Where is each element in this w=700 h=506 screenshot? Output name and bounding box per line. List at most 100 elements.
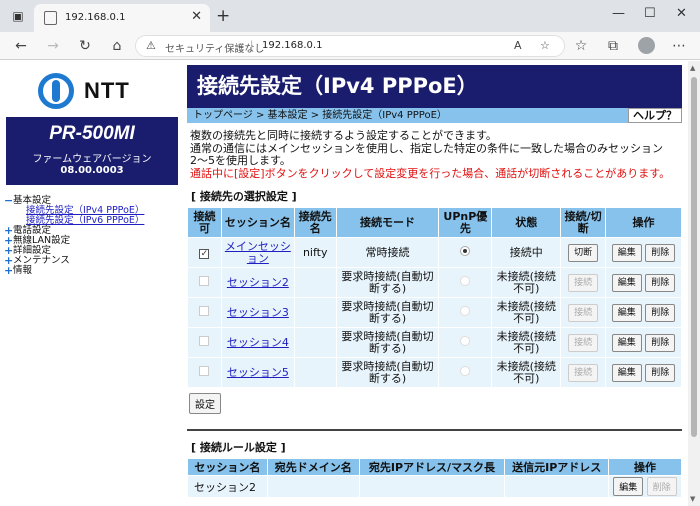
col-header: 宛先IPアドレス/マスク長: [358, 458, 506, 476]
connect-button[interactable]: 接続: [568, 273, 599, 292]
edit-button[interactable]: 編集: [613, 477, 644, 496]
breadcrumb[interactable]: トップページ > 基本設定 > 接続先設定（IPv4 PPPoE）: [193, 110, 447, 121]
delete-button[interactable]: 削除: [645, 303, 676, 322]
profile-avatar[interactable]: [638, 37, 655, 54]
maximize-icon[interactable]: ☐: [644, 6, 656, 21]
warning-icon: ⚠: [146, 39, 156, 52]
enable-checkbox[interactable]: ✓: [199, 248, 210, 259]
address-bar[interactable]: ⚠ セキュリティ保護なし | 192.168.0.1 A ☆: [135, 35, 565, 57]
session-link[interactable]: セッション5: [227, 366, 289, 379]
scroll-thumb[interactable]: [691, 77, 697, 437]
delete-button[interactable]: 削除: [645, 363, 676, 382]
upnp-radio[interactable]: [460, 276, 471, 286]
favorites-icon[interactable]: ☆: [572, 37, 590, 55]
warning-text: 通話中に[設定]ボタンをクリックして設定変更を行った場合、通話が切断されることが…: [190, 166, 671, 180]
delete-button[interactable]: 削除: [645, 333, 676, 352]
enable-checkbox[interactable]: [199, 276, 210, 286]
minimize-icon[interactable]: —: [612, 6, 625, 21]
read-aloud-icon[interactable]: A: [514, 39, 522, 52]
main-panel: 接続先設定（IPv4 PPPoE） トップページ > 基本設定 > 接続先設定（…: [187, 65, 682, 506]
scroll-down-icon[interactable]: ▼: [690, 495, 695, 503]
section-divider: [187, 429, 682, 431]
favorite-add-icon[interactable]: ☆: [540, 39, 550, 52]
help-button[interactable]: ヘルプ？: [628, 108, 682, 123]
upnp-radio[interactable]: [460, 246, 471, 256]
reload-icon[interactable]: ↻: [76, 37, 94, 55]
edit-button[interactable]: 編集: [611, 273, 642, 292]
session-link[interactable]: セッション2: [227, 276, 289, 289]
description-line-1: 複数の接続先と同時に接続するよう設定することができます。: [190, 129, 497, 142]
enable-checkbox[interactable]: [199, 306, 210, 316]
table-row: セッション2 要求時接続(自動切断する) 未接続(接続不可) 接続 編集 削除: [187, 267, 682, 298]
dest-name: nifty: [293, 237, 337, 268]
edit-button[interactable]: 編集: [611, 303, 642, 322]
enable-checkbox[interactable]: [199, 336, 210, 346]
collections-icon[interactable]: ⧉: [604, 37, 622, 55]
disconnect-button[interactable]: 切断: [568, 243, 599, 262]
home-icon[interactable]: ⌂: [108, 37, 126, 55]
edit-button[interactable]: 編集: [611, 333, 642, 352]
logo-text: NTT: [84, 78, 130, 103]
col-header: 接続/切断: [560, 207, 607, 238]
new-tab-icon[interactable]: +: [216, 6, 230, 26]
back-icon[interactable]: ←: [12, 37, 30, 55]
description-line-2: 通常の通信にはメインセッションを使用し、指定した特定の条件に一致した場合のみセッ…: [190, 141, 663, 167]
connection-table: 接続可 セッション名 接続先名 接続モード UPnP優先 状態 接続/切断 操作…: [187, 207, 682, 388]
set-button[interactable]: 設定: [189, 393, 221, 414]
section-title-connection-select: [ 接続先の選択設定 ]: [191, 190, 297, 203]
table-header-row: セッション名 宛先ドメイン名 宛先IPアドレス/マスク長 送信元IPアドレス 操…: [187, 458, 682, 476]
tab-actions-icon[interactable]: ▣: [10, 8, 26, 24]
rule-table: セッション名 宛先ドメイン名 宛先IPアドレス/マスク長 送信元IPアドレス 操…: [187, 458, 682, 498]
page-favicon-icon: [44, 11, 57, 25]
vertical-scrollbar[interactable]: ▲ ▼: [688, 61, 700, 506]
col-header: セッション名: [220, 207, 295, 238]
delete-button[interactable]: 削除: [645, 273, 676, 292]
sidebar-nav: − 基本設定 接続先設定（IPv4 PPPoE） 接続先設定（IPv6 PPPoE…: [4, 195, 144, 276]
page-title: 接続先設定（IPv4 PPPoE）: [187, 65, 682, 108]
table-row: セッション3 要求時接続(自動切断する) 未接続(接続不可) 接続 編集 削除: [187, 297, 682, 328]
connect-button[interactable]: 接続: [568, 303, 599, 322]
close-window-icon[interactable]: ✕: [676, 6, 687, 21]
delete-button[interactable]: 削除: [646, 477, 677, 496]
delete-button[interactable]: 削除: [645, 243, 676, 262]
browser-tab-bar: ▣ 192.168.0.1 ✕ + — ☐ ✕: [0, 0, 700, 32]
nav-info[interactable]: + 情報: [4, 265, 144, 276]
scroll-up-icon[interactable]: ▲: [690, 64, 695, 72]
status: 未接続(接続不可): [491, 357, 562, 388]
session-link[interactable]: セッション3: [227, 306, 289, 319]
url-text[interactable]: 192.168.0.1: [262, 40, 322, 51]
status: 未接続(接続不可): [491, 327, 562, 358]
col-header: 接続可: [187, 207, 222, 238]
browser-tab[interactable]: 192.168.0.1 ✕: [34, 4, 210, 32]
address-separator: |: [250, 40, 254, 51]
upnp-radio[interactable]: [460, 366, 471, 376]
status: 接続中: [491, 237, 562, 268]
dest-name: [293, 357, 337, 388]
col-header: 接続モード: [335, 207, 440, 238]
connect-button[interactable]: 接続: [568, 363, 599, 382]
tab-close-icon[interactable]: ✕: [191, 9, 202, 24]
session-link[interactable]: メインセッション: [225, 240, 291, 265]
connect-mode: 要求時接続(自動切断する): [335, 327, 440, 358]
dest-name: [293, 267, 337, 298]
forward-icon[interactable]: →: [44, 37, 62, 55]
upnp-radio[interactable]: [460, 306, 471, 316]
section-title-connection-rule: [ 接続ルール設定 ]: [191, 441, 286, 454]
model-info-box: PR-500MI ファームウェアバージョン 08.00.0003: [6, 117, 178, 185]
col-header: 操作: [605, 207, 682, 238]
session-link[interactable]: セッション4: [227, 336, 289, 349]
enable-checkbox[interactable]: [199, 366, 210, 376]
upnp-radio[interactable]: [460, 336, 471, 346]
connect-mode: 常時接続: [335, 237, 440, 268]
col-header: 状態: [491, 207, 562, 238]
breadcrumb-bar: トップページ > 基本設定 > 接続先設定（IPv4 PPPoE） ヘルプ？: [187, 108, 682, 123]
connect-button[interactable]: 接続: [568, 333, 599, 352]
connect-mode: 要求時接続(自動切断する): [335, 267, 440, 298]
col-header: UPnP優先: [438, 207, 493, 238]
edit-button[interactable]: 編集: [611, 243, 642, 262]
model-name: PR-500MI: [49, 123, 135, 144]
edit-button[interactable]: 編集: [611, 363, 642, 382]
col-header: 接続先名: [293, 207, 337, 238]
dest-name: [293, 297, 337, 328]
more-menu-icon[interactable]: ⋯: [670, 37, 688, 55]
